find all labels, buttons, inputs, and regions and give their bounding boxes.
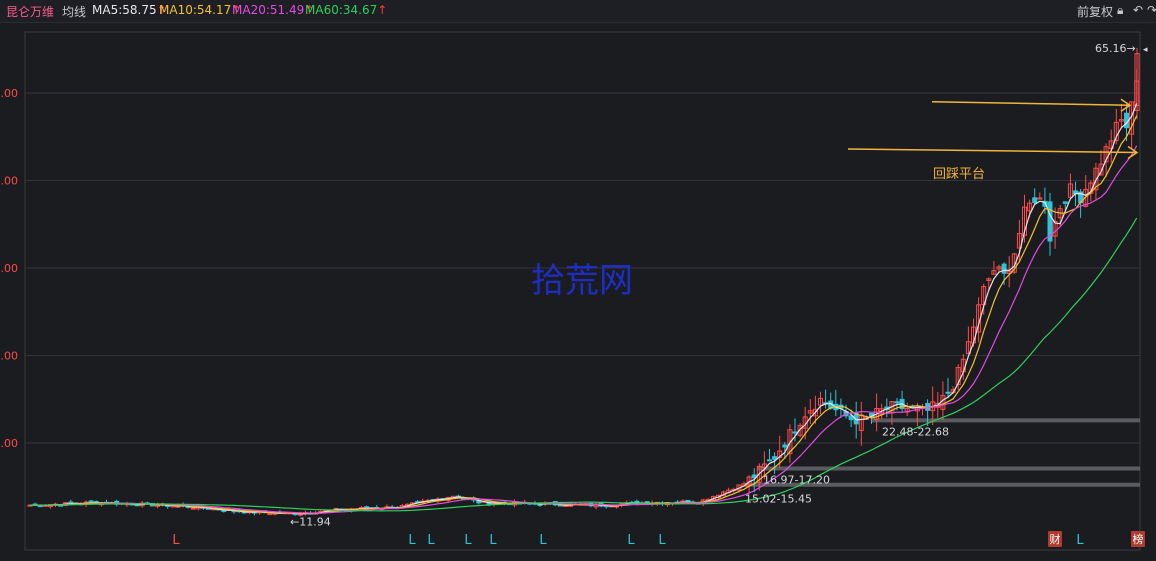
ma60-arrow: ↑ [377,3,388,17]
candle-body [772,456,778,460]
price-label: 22.48-22.68 [882,425,949,438]
y-tick-labels: 0.00 0.00 0.00 0.00 0.00 [0,87,18,450]
ma5-line [29,103,1138,515]
ma20-legend: MA20:51.49↑ [232,3,314,17]
marker-badge-label: 财 [1050,532,1061,546]
ma10-value: MA10:54.17 [159,3,232,17]
candlestick-chart[interactable]: 0.00 0.00 0.00 0.00 0.00 65.16→ ←11.94 15.02-1… [0,22,1156,561]
marker-label: L [489,533,497,548]
ma60-legend: MA60:34.67↑ [305,3,387,17]
marker-label: L [658,533,666,548]
price-label: 16.97-17.20 [763,474,830,487]
candle-body [267,513,273,516]
redo-icon[interactable]: ↷ [1147,3,1156,17]
chart-header: 昆仑万维 均线 MA5:58.75↑ MA10:54.17↑ MA20:51.4… [0,0,1156,23]
price-label: 65.16→ [1095,42,1136,55]
marker-label: L [464,533,472,548]
y-tick-label: 0.00 [0,87,18,100]
marker-label: L [1076,533,1084,548]
candle-body [88,500,94,503]
markers: LLLLLLLL财L榜 [172,531,1145,548]
y-tick-label: 0.00 [0,437,18,450]
lock-icon[interactable]: 🔒︎ [1117,3,1123,18]
last-price-marker: ◂ [1143,45,1148,55]
marker-label: L [172,533,180,548]
indicator-label[interactable]: 均线 [62,3,86,20]
marker-label: L [427,533,435,548]
candle-body [767,459,772,462]
y-tick-label: 0.00 [0,175,18,188]
candle-body [1001,263,1007,274]
ma60-value: MA60:34.67 [305,3,378,17]
candle-body [1032,197,1038,204]
adjust-label[interactable]: 前复权 [1077,3,1113,20]
candle-body [1062,201,1068,204]
stock-name[interactable]: 昆仑万维 [6,3,54,20]
undo-icon[interactable]: ↶ [1133,3,1143,17]
ma10-legend: MA10:54.17↑ [159,3,241,17]
marker-label: L [539,533,547,548]
candle-body [782,444,788,448]
marker-badge-label: 榜 [1133,532,1144,546]
annotation-text: 回踩平台 [933,167,985,182]
ma20-value: MA20:51.49 [232,3,305,17]
ma5-legend: MA5:58.75↑ [92,3,167,17]
watermark-text: 拾荒网 [531,261,633,301]
candle-body [221,509,227,512]
y-tick-label: 0.00 [0,262,18,275]
candle-body [945,391,951,394]
marker-label: L [627,533,635,548]
candle-body [190,507,196,510]
ma20-line [29,145,1138,514]
price-label: 15.02-15.45 [745,493,812,506]
candle-body [792,431,798,434]
price-labels: 65.16→ ←11.94 15.02-15.45 16.97-17.20 22.48-… [290,42,1148,529]
annotations: 回踩平台拾荒网 [531,98,1139,301]
moving-averages [29,103,1138,515]
price-label: ←11.94 [290,516,331,529]
annotation-arrow-line [931,101,1131,106]
annotation-arrow-line [847,148,1138,154]
marker-label: L [408,533,416,548]
ma5-value: MA5:58.75 [92,3,157,17]
candle-body [894,401,900,404]
y-tick-label: 0.00 [0,350,18,363]
